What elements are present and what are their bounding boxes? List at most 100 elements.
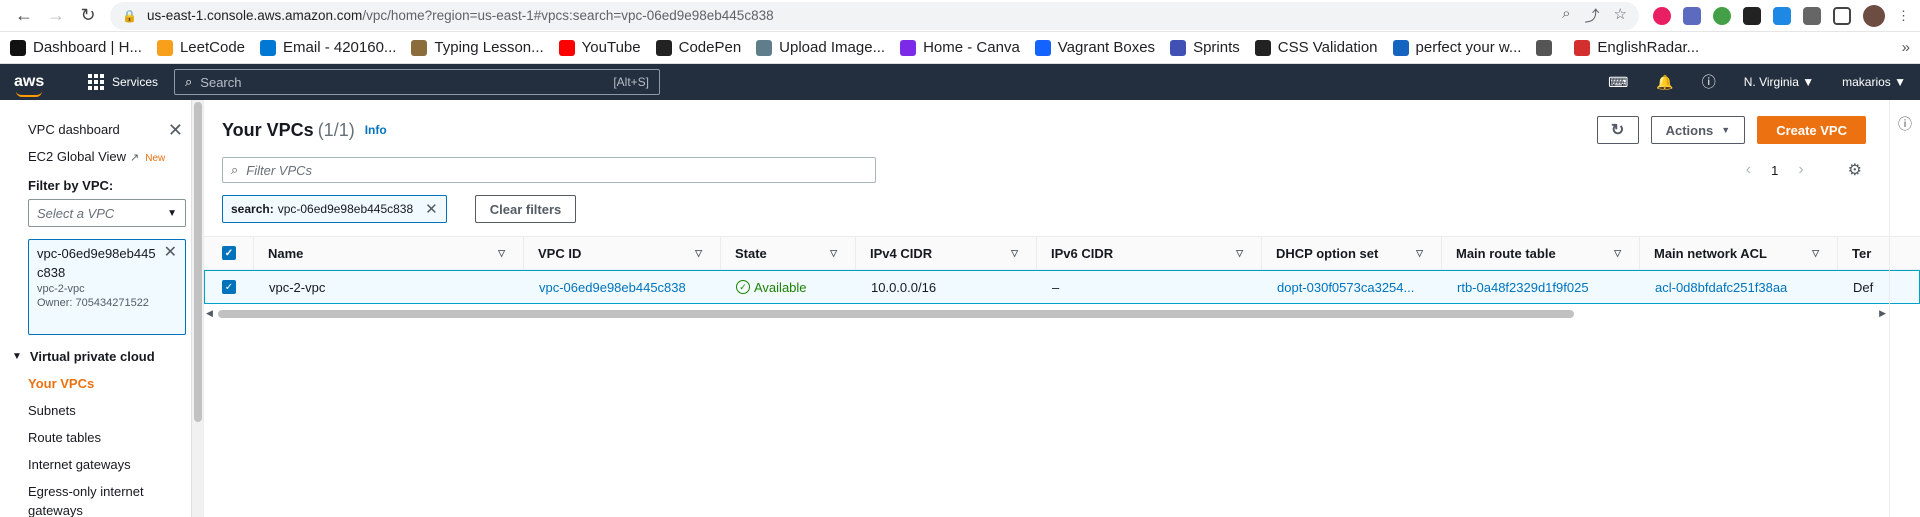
vpc-table: ✓ Name ▽ VPC ID ▽ State ▽ IPv4 CIDR ▽ IPv6 C… — [204, 236, 1920, 318]
bookmark-favicon-icon — [900, 39, 917, 56]
reload-icon[interactable]: ↻ — [74, 2, 102, 30]
sort-icon: ▽ — [830, 247, 837, 258]
close-icon[interactable]: ✕ — [168, 120, 183, 141]
info-panel-icon[interactable]: ⓘ — [1898, 114, 1912, 134]
back-icon[interactable]: ← — [10, 2, 38, 30]
extension-icon[interactable] — [1773, 6, 1791, 25]
bookmark-favicon-icon — [260, 39, 277, 56]
search-icon: ⌕ — [185, 74, 193, 89]
bookmark-item[interactable]: Sprints — [1170, 39, 1240, 56]
help-icon[interactable]: ⓘ — [1702, 72, 1716, 92]
cloudshell-icon[interactable]: ⌨ — [1608, 74, 1628, 91]
caret-down-icon: ▼ — [167, 207, 177, 219]
sidebar-scrollbar[interactable] — [191, 100, 203, 517]
cell-ipv4: 10.0.0.0/16 — [871, 279, 937, 295]
col-vpc-id[interactable]: VPC ID ▽ — [524, 237, 721, 269]
bookmark-item[interactable] — [1536, 39, 1559, 56]
page-title: Your VPCs (1/1) — [222, 119, 355, 140]
services-menu[interactable]: Services — [88, 74, 158, 90]
section-virtual-private-cloud[interactable]: ▼ Virtual private cloud — [0, 349, 203, 364]
row-checkbox[interactable]: ✓ — [205, 271, 255, 303]
col-ipv4-cidr[interactable]: IPv4 CIDR ▽ — [856, 237, 1037, 269]
clear-filters-button[interactable]: Clear filters — [474, 195, 577, 223]
page-number[interactable]: 1 — [1771, 163, 1778, 178]
bookmarks-overflow-icon[interactable]: » — [1902, 39, 1910, 56]
table-row[interactable]: ✓ vpc-2-vpc vpc-06ed9e98eb445c838 ✓ Avail… — [204, 270, 1920, 304]
vpc-select[interactable]: Select a VPC ▼ — [28, 199, 186, 227]
sidebar-item-egress-only-gateways[interactable]: Egress-only internet gateways — [0, 478, 150, 517]
bookmark-item[interactable]: Typing Lesson... — [411, 39, 544, 56]
bookmark-item[interactable]: Vagrant Boxes — [1034, 39, 1155, 56]
col-ipv6-cidr[interactable]: IPv6 CIDR ▽ — [1037, 237, 1262, 269]
extension-icon[interactable] — [1653, 6, 1671, 25]
bell-icon[interactable]: 🔔 — [1656, 74, 1673, 91]
sidebar-item-your-vpcs[interactable]: Your VPCs — [0, 370, 203, 397]
region-selector[interactable]: N. Virginia ▼ — [1744, 75, 1814, 89]
create-vpc-button[interactable]: Create VPC — [1757, 116, 1866, 144]
bookmark-item[interactable]: EnglishRadar... — [1574, 39, 1699, 56]
token-owner: Owner: 705434271522 — [37, 297, 149, 309]
star-icon[interactable]: ☆ — [1614, 5, 1627, 26]
aws-logo[interactable]: aws — [14, 73, 74, 97]
remove-filter-icon[interactable]: ✕ — [425, 200, 438, 218]
sidepanel-icon[interactable] — [1833, 6, 1851, 25]
forward-icon[interactable]: → — [42, 2, 70, 30]
bookmark-favicon-icon — [1034, 39, 1051, 56]
aws-search-input[interactable]: ⌕ Search [Alt+S] — [174, 69, 661, 95]
bookmark-item[interactable]: perfect your w... — [1392, 39, 1521, 56]
col-route-table[interactable]: Main route table ▽ — [1442, 237, 1640, 269]
bookmark-item[interactable]: YouTube — [558, 39, 641, 56]
bookmark-item[interactable]: LeetCode — [156, 39, 245, 56]
grid-icon — [88, 74, 104, 90]
sort-icon: ▽ — [1812, 247, 1819, 258]
actions-button[interactable]: Actions ▼ — [1650, 116, 1746, 144]
bookmark-item[interactable]: Email - 420160... — [260, 39, 396, 56]
sort-icon: ▽ — [1011, 247, 1018, 258]
address-bar[interactable]: 🔒 us-east-1.console.aws.amazon.com/vpc/h… — [110, 1, 1639, 30]
table-horizontal-scrollbar[interactable]: ◀ ▶ — [204, 308, 1920, 320]
bookmark-item[interactable]: CodePen — [655, 39, 741, 56]
col-state[interactable]: State ▽ — [721, 237, 856, 269]
menu-icon[interactable]: ⋮ — [1897, 8, 1910, 24]
table-header: ✓ Name ▽ VPC ID ▽ State ▽ IPv4 CIDR ▽ IPv6 C… — [204, 236, 1920, 270]
gear-icon[interactable]: ⚙ — [1848, 160, 1862, 180]
bookmark-item[interactable]: CSS Validation — [1254, 39, 1378, 56]
sidebar-item-ec2-global-view[interactable]: EC2 Global View ↗ New — [0, 143, 203, 172]
info-link[interactable]: Info — [365, 123, 387, 137]
avatar[interactable] — [1863, 4, 1885, 27]
col-dhcp[interactable]: DHCP option set ▽ — [1262, 237, 1442, 269]
url-path: /vpc/home?region=us-east-1#vpcs:search=v… — [362, 8, 774, 23]
col-network-acl[interactable]: Main network ACL ▽ — [1640, 237, 1838, 269]
bookmark-item[interactable]: Home - Canva — [900, 39, 1020, 56]
extension-icon[interactable] — [1743, 6, 1761, 25]
browser-toolbar: ← → ↻ 🔒 us-east-1.console.aws.amazon.com… — [0, 0, 1920, 32]
lock-icon: 🔒 — [122, 8, 137, 23]
filter-by-vpc-label: Filter by VPC: — [28, 178, 114, 193]
filter-vpcs-input[interactable]: ⌕ Filter VPCs — [222, 157, 876, 183]
sidebar-item-route-tables[interactable]: Route tables — [0, 424, 203, 451]
sort-icon: ▽ — [1236, 247, 1243, 258]
extension-icon[interactable] — [1683, 6, 1701, 25]
cell-vpc-id[interactable]: vpc-06ed9e98eb445c838 — [525, 271, 722, 303]
bookmark-favicon-icon — [1254, 39, 1271, 56]
user-menu[interactable]: makarios ▼ — [1842, 75, 1906, 89]
share-icon[interactable]: ⤴ — [1585, 5, 1600, 26]
url-host: us-east-1.console.aws.amazon.com — [146, 8, 363, 23]
cell-network-acl[interactable]: acl-0d8bfdafc251f38aa — [1641, 271, 1839, 303]
sidebar-item-subnets[interactable]: Subnets — [0, 397, 203, 424]
next-page-icon[interactable]: › — [1798, 161, 1803, 179]
sidebar-item-internet-gateways[interactable]: Internet gateways — [0, 451, 203, 478]
extension-icon[interactable] — [1713, 6, 1731, 25]
select-all-checkbox[interactable]: ✓ — [204, 237, 254, 269]
cell-route-table[interactable]: rtb-0a48f2329d1f9f025 — [1443, 271, 1641, 303]
cell-dhcp[interactable]: dopt-030f0573ca3254... — [1263, 271, 1443, 303]
bookmark-favicon-icon — [558, 39, 575, 56]
bookmark-item[interactable]: Upload Image... — [756, 39, 885, 56]
zoom-icon[interactable]: ⌕ — [1562, 5, 1570, 26]
remove-token-icon[interactable]: ✕ — [164, 242, 177, 262]
bookmark-item[interactable]: Dashboard | H... — [10, 39, 142, 56]
prev-page-icon[interactable]: ‹ — [1746, 161, 1751, 179]
puzzle-icon[interactable] — [1803, 6, 1821, 25]
col-name[interactable]: Name ▽ — [254, 237, 524, 269]
refresh-button[interactable]: ↻ — [1596, 116, 1639, 144]
